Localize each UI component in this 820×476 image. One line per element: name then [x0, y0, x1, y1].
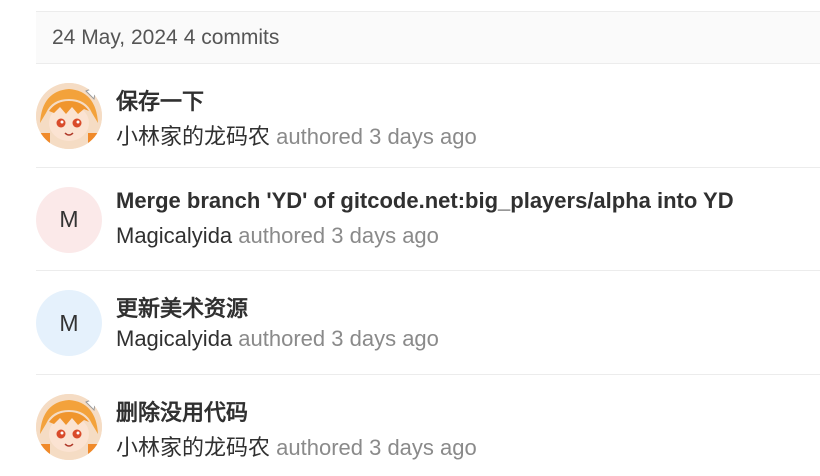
commit-meta: Magicalyida authored 3 days ago	[116, 223, 439, 249]
commit-author[interactable]: Magicalyida	[116, 223, 232, 248]
commit-title[interactable]: 更新美术资源	[116, 291, 248, 323]
commit-group-date: 24 May, 2024	[52, 25, 178, 49]
commit-authored-time: authored 3 days ago	[238, 222, 439, 248]
commit-title[interactable]: 保存一下	[116, 84, 204, 116]
commit-title[interactable]: Merge branch 'YD' of gitcode.net:big_pla…	[116, 188, 734, 214]
commit-author[interactable]: 小林家的龙码农	[116, 124, 270, 149]
commit-row[interactable]: 保存一下 小林家的龙码农 authored 3 days ago	[36, 64, 820, 168]
avatar-letter: M	[59, 309, 79, 336]
commit-meta: Magicalyida authored 3 days ago	[116, 326, 439, 352]
commit-authored-time: authored 3 days ago	[276, 124, 477, 149]
commit-row[interactable]: 删除没用代码 小林家的龙码农 authored 3 days ago	[36, 375, 820, 476]
commit-group-count: 4 commits	[183, 25, 280, 49]
commit-author[interactable]: 小林家的龙码农	[116, 435, 270, 460]
anime-avatar-icon[interactable]	[36, 393, 102, 460]
commit-row[interactable]: M Merge branch 'YD' of gitcode.net:big_p…	[36, 168, 820, 271]
commit-title[interactable]: 删除没用代码	[116, 395, 248, 427]
commit-author[interactable]: Magicalyida	[116, 326, 232, 351]
commit-meta: 小林家的龙码农 authored 3 days ago	[116, 430, 477, 462]
avatar[interactable]: M	[36, 186, 102, 253]
commit-authored-time: authored 3 days ago	[276, 434, 477, 460]
commit-authored-time: authored 3 days ago	[238, 326, 439, 351]
commit-row[interactable]: M 更新美术资源 Magicalyida authored 3 days ago	[36, 271, 820, 375]
avatar[interactable]: M	[36, 290, 102, 356]
commit-group-header: 24 May, 2024 4 commits	[36, 11, 820, 64]
commit-meta: 小林家的龙码农 authored 3 days ago	[116, 119, 477, 151]
commit-list: 保存一下 小林家的龙码农 authored 3 days ago M Merge…	[36, 64, 820, 476]
avatar-letter: M	[59, 206, 79, 232]
anime-avatar-icon[interactable]	[36, 83, 102, 149]
